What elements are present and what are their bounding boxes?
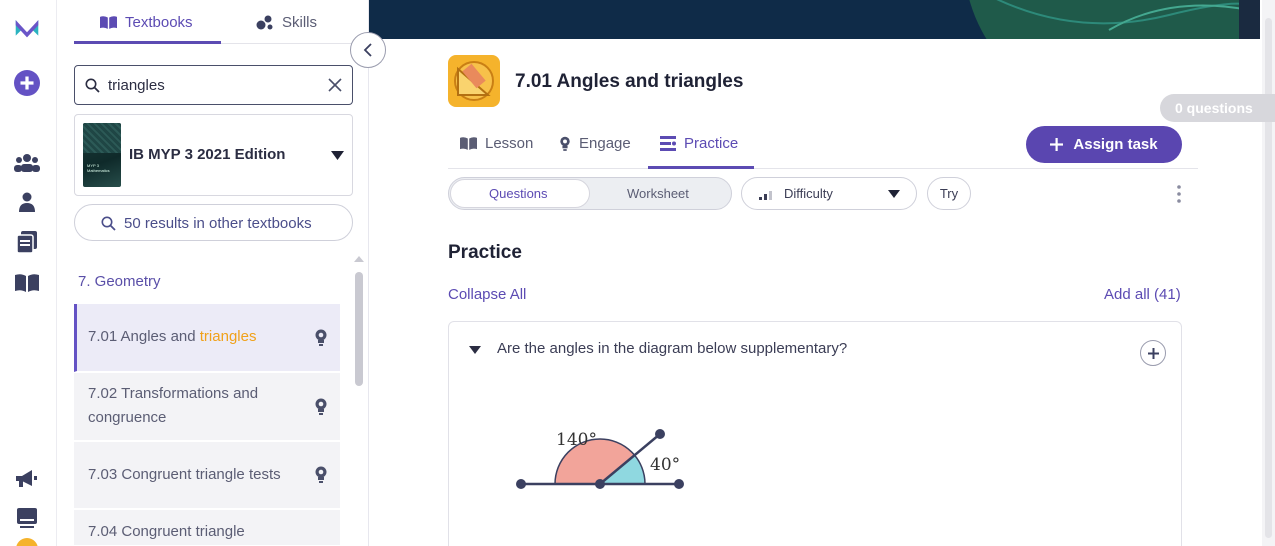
main-scrollbar[interactable]	[1262, 0, 1275, 546]
assign-task-button[interactable]: Assign task	[1026, 126, 1182, 163]
tab-skills-label: Skills	[282, 13, 318, 31]
tab-practice-label: Practice	[684, 135, 739, 152]
add-circle-icon[interactable]	[14, 70, 40, 96]
tab-lesson-label: Lesson	[485, 135, 534, 152]
plus-icon	[1147, 347, 1159, 359]
angle-40-label: 40°	[650, 455, 680, 475]
banner-decoration	[969, 0, 1260, 39]
lightbulb-icon	[315, 466, 327, 483]
caret-down-icon	[888, 190, 900, 198]
textbook-title: IB MYP 3 2021 Edition	[129, 146, 286, 163]
lesson-label: 7.02 Transformations and congruence	[88, 385, 259, 426]
search-icon	[85, 78, 100, 93]
add-all-link[interactable]: Add all (41)	[1104, 286, 1181, 303]
app-rail	[0, 0, 57, 546]
header-banner	[369, 0, 1260, 39]
segment-questions-label[interactable]: Questions	[489, 186, 548, 201]
person-icon[interactable]	[14, 189, 40, 215]
sidebar-tabs: Textbooks Skills	[74, 0, 352, 44]
segment-worksheet-label[interactable]: Worksheet	[627, 186, 689, 201]
lesson-item[interactable]: 7.03 Congruent triangle tests	[74, 442, 340, 509]
angle-140-label: 140°	[556, 430, 597, 450]
tab-active-indicator	[74, 41, 221, 44]
lightbulb-icon	[315, 329, 327, 346]
tab-textbooks[interactable]: Textbooks	[100, 0, 193, 44]
clear-search-icon[interactable]	[328, 78, 342, 92]
chevron-left-icon	[363, 43, 372, 57]
lesson-label: 7.04 Congruent triangle	[88, 523, 245, 540]
tab-lesson[interactable]: Lesson	[460, 135, 533, 152]
expand-toggle-icon[interactable]	[469, 346, 481, 354]
other-textbooks-results-label: 50 results in other textbooks	[124, 215, 312, 232]
search-input-value: triangles	[108, 77, 165, 94]
view-toggle: Questions Worksheet	[448, 177, 732, 210]
textbook-selector[interactable]: MYP 3 Mathematics IB MYP 3 2021 Edition	[74, 114, 353, 196]
search-highlight: triangles	[199, 328, 257, 345]
tasks-icon[interactable]	[14, 229, 40, 255]
lesson-label: 7.01 Angles and triangles	[88, 328, 257, 345]
plus-icon	[1050, 138, 1064, 151]
groups-icon[interactable]	[14, 150, 40, 176]
lesson-label: 7.03 Congruent triangle tests	[88, 466, 281, 483]
tab-engage-label: Engage	[579, 135, 631, 152]
inbox-icon[interactable]	[14, 505, 40, 531]
collapse-sidebar-button[interactable]	[350, 32, 386, 68]
chapter-heading[interactable]: 7. Geometry	[78, 273, 161, 290]
tab-engage[interactable]: Engage	[559, 135, 631, 152]
lesson-title: 7.01 Angles and triangles	[515, 71, 744, 92]
textbook-sidebar: Textbooks Skills triangles MYP 3 Mathemat…	[57, 0, 369, 546]
caret-down-icon	[331, 151, 344, 160]
lightbulb-icon	[315, 398, 327, 415]
tab-textbooks-label: Textbooks	[125, 13, 193, 31]
search-icon	[101, 216, 116, 231]
point-left	[516, 479, 526, 489]
textbook-cover-text: MYP 3 Mathematics	[87, 163, 110, 173]
angle-diagram: 140° 40°	[516, 429, 684, 489]
tab-practice[interactable]: Practice	[660, 135, 738, 152]
assign-task-label: Assign task	[1073, 136, 1158, 153]
collapse-all-link[interactable]: Collapse All	[448, 286, 526, 303]
question-card: Are the angles in the diagram below supp…	[448, 321, 1182, 546]
sidebar-scrollbar[interactable]	[355, 272, 363, 386]
difficulty-label: Difficulty	[784, 186, 833, 201]
book-open-icon	[460, 137, 477, 150]
book-open-icon	[100, 15, 117, 29]
practice-icon	[660, 136, 676, 151]
avatar[interactable]	[16, 538, 38, 546]
difficulty-bars-icon	[759, 191, 772, 200]
point-ray	[655, 429, 665, 439]
lesson-item[interactable]: 7.01 Angles and triangles	[74, 304, 340, 372]
mathspace-logo-icon[interactable]	[14, 14, 40, 40]
difficulty-dropdown[interactable]: Difficulty	[741, 177, 917, 210]
announcement-icon[interactable]	[14, 466, 40, 492]
search-input[interactable]: triangles	[74, 65, 353, 105]
lesson-item[interactable]: 7.02 Transformations and congruence	[74, 373, 340, 441]
other-textbooks-results-button[interactable]: 50 results in other textbooks	[74, 204, 353, 241]
question-count-badge[interactable]: 0 questions	[1160, 94, 1275, 122]
scrollbar-up-arrow[interactable]	[354, 256, 364, 262]
tab-skills[interactable]: Skills	[256, 0, 317, 44]
textbook-icon[interactable]	[14, 270, 40, 296]
point-right	[674, 479, 684, 489]
lightbulb-icon	[560, 136, 570, 151]
point-vertex	[595, 479, 605, 489]
tab-active-indicator	[648, 166, 754, 169]
lesson-icon	[448, 55, 500, 107]
try-label: Try	[939, 186, 959, 201]
lesson-item[interactable]: 7.04 Congruent triangle	[74, 510, 340, 546]
textbook-cover: MYP 3 Mathematics	[83, 123, 121, 187]
question-text: Are the angles in the diagram below supp…	[497, 340, 848, 357]
more-options-icon[interactable]	[1176, 185, 1182, 203]
section-title: Practice	[448, 242, 522, 263]
add-question-button[interactable]	[1140, 340, 1166, 366]
try-button[interactable]: Try	[927, 177, 971, 210]
skills-icon	[256, 15, 273, 29]
